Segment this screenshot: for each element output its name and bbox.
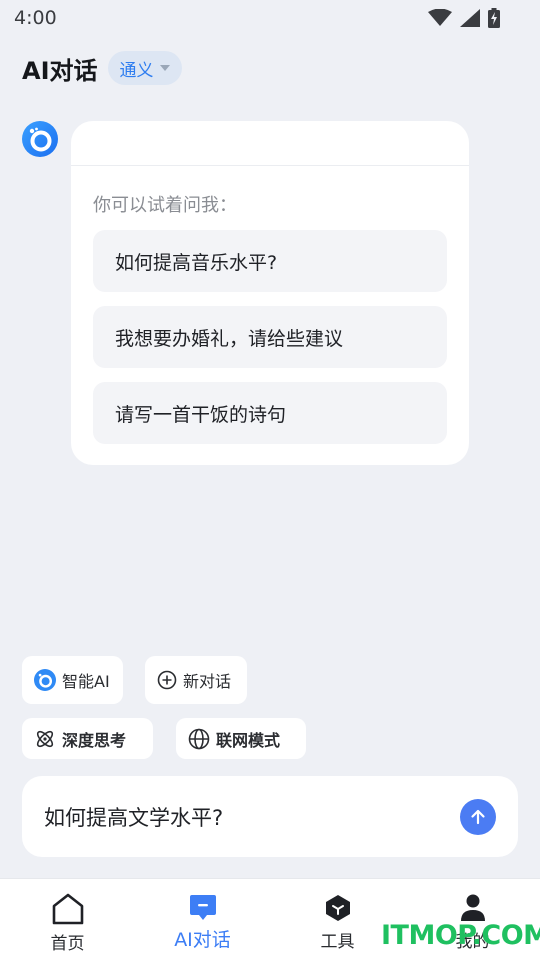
caret-down-icon: [159, 65, 170, 71]
suggestion-item[interactable]: 请写一首干饭的诗句: [93, 382, 447, 444]
bot-avatar: [22, 121, 58, 157]
wifi-icon: [428, 9, 452, 26]
nav-item-ai-chat[interactable]: AI对话: [135, 879, 270, 960]
status-bar: 4:00: [0, 0, 540, 36]
home-icon: [52, 893, 83, 925]
web-mode-label: 联网模式: [216, 730, 281, 750]
suggestion-text: 如何提高音乐水平?: [115, 251, 278, 274]
status-icons: [428, 8, 500, 28]
suggestion-item[interactable]: 我想要办婚礼，请给些建议: [93, 306, 447, 368]
suggestion-text: 我想要办婚礼，请给些建议: [115, 327, 344, 350]
status-time: 4:00: [14, 7, 57, 29]
smart-ai-button[interactable]: 智能AI: [22, 656, 123, 704]
smart-ai-label: 智能AI: [62, 672, 110, 691]
new-chat-label: 新对话: [183, 672, 232, 691]
model-label: 通义: [119, 60, 154, 81]
bot-logo-icon: [22, 121, 58, 157]
suggestion-text: 请写一首干饭的诗句: [115, 403, 287, 426]
nav-label: 首页: [50, 934, 85, 954]
plus-circle-icon: [157, 670, 177, 690]
deep-think-label: 深度思考: [62, 730, 127, 750]
message-composer: [22, 776, 518, 857]
cube-icon: [325, 895, 350, 921]
arrow-up-icon: [471, 809, 485, 824]
send-button[interactable]: [460, 798, 496, 835]
nav-item-home[interactable]: 首页: [0, 879, 135, 960]
signal-icon: [460, 9, 480, 27]
suggestion-item[interactable]: 如何提高音乐水平?: [93, 230, 447, 292]
web-mode-toggle[interactable]: 联网模式: [176, 718, 306, 759]
deep-think-toggle[interactable]: 深度思考: [22, 718, 153, 759]
watermark: ITMOP.COM: [381, 920, 540, 951]
assistant-message-card: 你可以试着问我： 如何提高音乐水平? 我想要办婚礼，请给些建议 请写一首干饭的诗…: [71, 121, 469, 465]
battery-charging-icon: [488, 8, 500, 28]
page-title: AI对话: [22, 56, 98, 85]
chat-bubble-icon: [189, 895, 216, 920]
header: AI对话 通义: [22, 50, 182, 86]
nav-label: AI对话: [174, 929, 231, 951]
prompt-hint: 你可以试着问我：: [93, 195, 237, 216]
nav-label: 工具: [320, 932, 355, 952]
bot-logo-icon: [34, 669, 56, 691]
message-input[interactable]: [44, 804, 460, 829]
globe-icon: [188, 728, 210, 749]
new-chat-button[interactable]: 新对话: [145, 656, 247, 704]
model-selector[interactable]: 通义: [107, 51, 182, 85]
atom-icon: [36, 730, 54, 747]
card-divider: [71, 165, 469, 166]
person-icon: [460, 894, 485, 921]
